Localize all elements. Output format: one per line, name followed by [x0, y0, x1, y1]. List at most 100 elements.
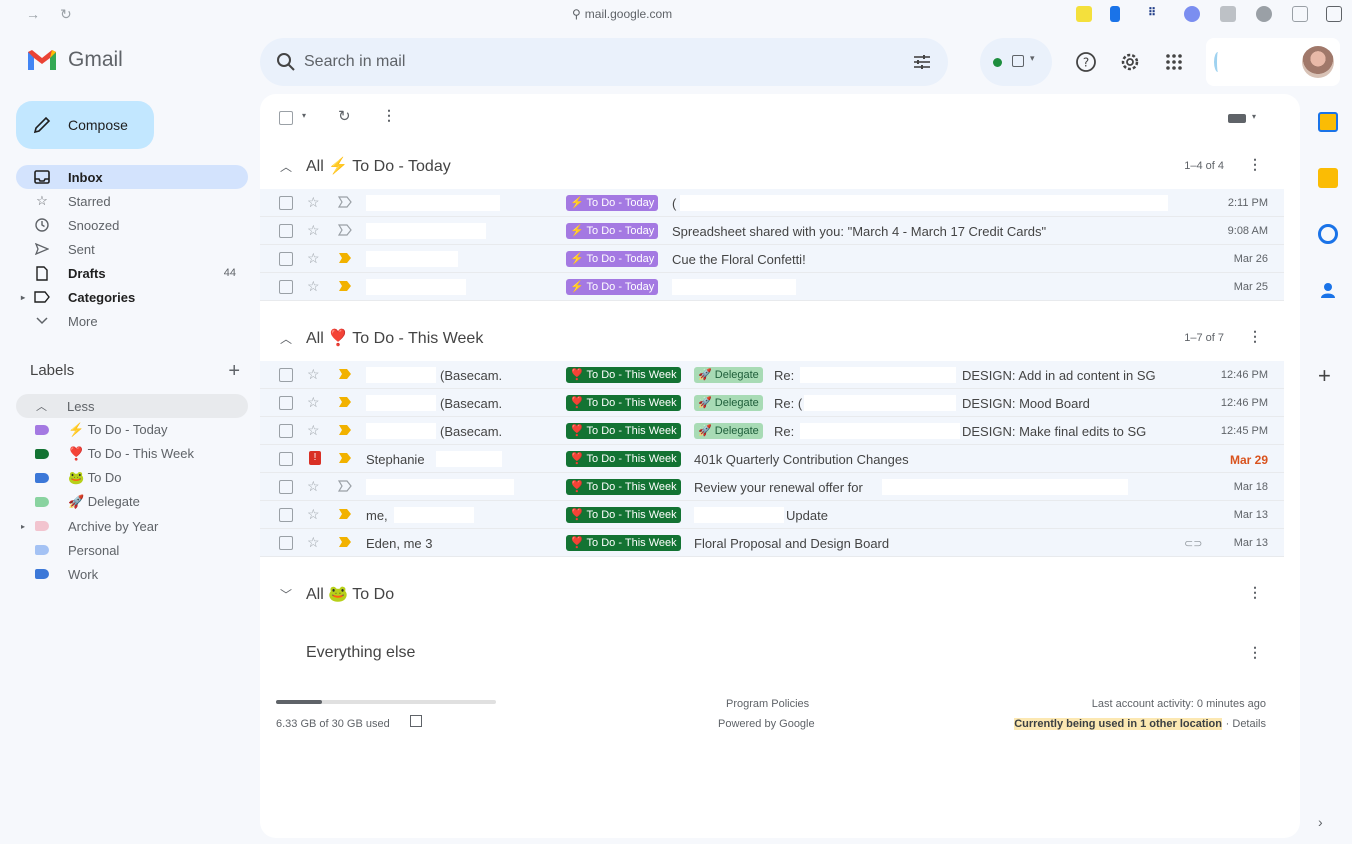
table-row[interactable]: ☆ ⚡ To Do - Today Spreadsheet shared wit…: [260, 217, 1284, 245]
table-row[interactable]: ☆ ❣️ To Do - This Week Review your renew…: [260, 473, 1284, 501]
importance-marker-icon[interactable]: [338, 480, 352, 492]
forward-icon[interactable]: →: [26, 6, 40, 22]
star-icon[interactable]: ☆: [307, 250, 320, 267]
row-checkbox[interactable]: [279, 368, 293, 382]
extension-icon[interactable]: [1184, 6, 1200, 22]
tasks-icon[interactable]: [1318, 224, 1338, 244]
extension-icon[interactable]: [1292, 6, 1308, 22]
extension-icon[interactable]: ⠿: [1148, 6, 1164, 22]
sidebar-item-drafts[interactable]: Drafts 44: [16, 261, 248, 285]
section-header-everything-else[interactable]: Everything else ⋮: [260, 634, 1300, 674]
label-chip-todo-this-week[interactable]: ❣️ To Do - This Week: [566, 423, 681, 439]
label-item-personal[interactable]: Personal: [16, 538, 248, 562]
program-policies-link[interactable]: Program Policies: [726, 698, 809, 710]
section-header-todo[interactable]: ﹀ All 🐸 To Do ⋮: [260, 574, 1300, 614]
label-chip-todo-this-week[interactable]: ❣️ To Do - This Week: [566, 451, 681, 467]
section-menu-icon[interactable]: ⋮: [1248, 156, 1262, 173]
gmail-logo[interactable]: Gmail: [26, 48, 123, 72]
star-icon[interactable]: ☆: [307, 506, 320, 523]
input-tools-icon[interactable]: [1228, 114, 1246, 123]
search-bar[interactable]: [260, 38, 948, 86]
apps-grid-icon[interactable]: [1162, 50, 1186, 74]
extension-icon[interactable]: [1110, 6, 1120, 22]
importance-marker-icon[interactable]: [338, 368, 352, 380]
table-row[interactable]: ! Stephanie ❣️ To Do - This Week 401k Qu…: [260, 445, 1284, 473]
chevron-down-icon[interactable]: ▾: [1252, 112, 1256, 121]
row-checkbox[interactable]: [279, 536, 293, 550]
label-chip-todo-this-week[interactable]: ❣️ To Do - This Week: [566, 395, 681, 411]
sidebar-item-categories[interactable]: ▸ Categories: [16, 285, 248, 309]
importance-marker-icon[interactable]: [338, 224, 352, 236]
extension-icon[interactable]: [1220, 6, 1236, 22]
address-bar[interactable]: ⚲ mail.google.com: [572, 7, 672, 21]
star-icon[interactable]: ☆: [307, 278, 320, 295]
star-icon[interactable]: ☆: [307, 534, 320, 551]
table-row[interactable]: ☆ (Basecam. ❣️ To Do - This Week 🚀 Deleg…: [260, 361, 1284, 389]
more-actions-icon[interactable]: ⋮: [382, 107, 396, 124]
add-addon-icon[interactable]: +: [1318, 365, 1338, 387]
row-checkbox[interactable]: [279, 424, 293, 438]
sidebar-item-more[interactable]: More: [16, 309, 248, 333]
label-item-delegate[interactable]: 🚀 Delegate: [16, 490, 248, 514]
extension-icon[interactable]: [1076, 6, 1092, 22]
select-all-checkbox[interactable]: [279, 111, 293, 125]
section-menu-icon[interactable]: ⋮: [1248, 644, 1262, 661]
avatar[interactable]: [1302, 46, 1334, 78]
important-flag-icon[interactable]: !: [309, 451, 321, 465]
row-checkbox[interactable]: [279, 196, 293, 210]
sidebar-item-inbox[interactable]: Inbox: [16, 165, 248, 189]
sidebar-toggle-icon[interactable]: [1326, 6, 1342, 22]
label-item-todo[interactable]: 🐸 To Do: [16, 466, 248, 490]
row-checkbox[interactable]: [279, 396, 293, 410]
refresh-icon[interactable]: ↻: [338, 107, 351, 125]
reload-icon[interactable]: ↻: [60, 6, 72, 23]
keep-icon[interactable]: [1318, 168, 1338, 188]
label-chip-todo-this-week[interactable]: ❣️ To Do - This Week: [566, 367, 681, 383]
calendar-icon[interactable]: [1318, 112, 1338, 132]
label-item-todo-this-week[interactable]: ❣️ To Do - This Week: [16, 442, 248, 466]
label-chip-todo-this-week[interactable]: ❣️ To Do - This Week: [566, 507, 681, 523]
table-row[interactable]: ☆ ⚡ To Do - Today ( 2:11 PM: [260, 189, 1284, 217]
star-icon[interactable]: ☆: [307, 222, 320, 239]
importance-marker-icon[interactable]: [338, 536, 352, 548]
star-icon[interactable]: ☆: [307, 422, 320, 439]
attachment-icon[interactable]: ⊂⊃: [1184, 537, 1202, 550]
account-switcher[interactable]: [1206, 38, 1340, 86]
add-label-icon[interactable]: +: [228, 360, 240, 383]
contacts-icon[interactable]: [1318, 280, 1338, 300]
label-chip-todo-this-week[interactable]: ❣️ To Do - This Week: [566, 535, 681, 551]
status-selector[interactable]: ▾: [980, 38, 1052, 86]
star-icon[interactable]: ☆: [307, 478, 320, 495]
table-row[interactable]: ☆ me, ❣️ To Do - This Week Update Mar 13: [260, 501, 1284, 529]
row-checkbox[interactable]: [279, 508, 293, 522]
expand-caret-icon[interactable]: ▸: [21, 522, 25, 531]
importance-marker-icon[interactable]: [338, 424, 352, 436]
table-row[interactable]: ☆ ⚡ To Do - Today Mar 25: [260, 273, 1284, 301]
row-checkbox[interactable]: [279, 224, 293, 238]
section-header-today[interactable]: ︿ All ⚡ To Do - Today 1–4 of 4 ⋮: [260, 146, 1300, 186]
star-icon[interactable]: ☆: [307, 194, 320, 211]
label-chip-delegate[interactable]: 🚀 Delegate: [694, 395, 763, 411]
label-chip-todo-today[interactable]: ⚡ To Do - Today: [566, 223, 659, 239]
label-item-archive-by-year[interactable]: ▸ Archive by Year: [16, 514, 248, 538]
sidebar-item-sent[interactable]: Sent: [16, 237, 248, 261]
label-chip-todo-this-week[interactable]: ❣️ To Do - This Week: [566, 479, 681, 495]
importance-marker-icon[interactable]: [338, 508, 352, 520]
row-checkbox[interactable]: [279, 280, 293, 294]
row-checkbox[interactable]: [279, 480, 293, 494]
extension-icon[interactable]: [1256, 6, 1272, 22]
search-icon[interactable]: [276, 52, 296, 72]
table-row[interactable]: ☆ Eden, me 3 ❣️ To Do - This Week Floral…: [260, 529, 1284, 557]
table-row[interactable]: ☆ (Basecam. ❣️ To Do - This Week 🚀 Deleg…: [260, 389, 1284, 417]
importance-marker-icon[interactable]: [338, 252, 352, 264]
chevron-right-icon[interactable]: ›: [1318, 814, 1338, 834]
label-chip-delegate[interactable]: 🚀 Delegate: [694, 367, 763, 383]
expand-chevron-icon[interactable]: ﹀: [280, 586, 292, 603]
table-row[interactable]: ☆ (Basecam. ❣️ To Do - This Week 🚀 Deleg…: [260, 417, 1284, 445]
collapse-chevron-icon[interactable]: ︿: [280, 158, 292, 175]
compose-button[interactable]: Compose: [16, 101, 154, 149]
expand-caret-icon[interactable]: ▸: [21, 293, 25, 302]
label-chip-todo-today[interactable]: ⚡ To Do - Today: [566, 251, 659, 267]
section-menu-icon[interactable]: ⋮: [1248, 328, 1262, 345]
row-checkbox[interactable]: [279, 252, 293, 266]
